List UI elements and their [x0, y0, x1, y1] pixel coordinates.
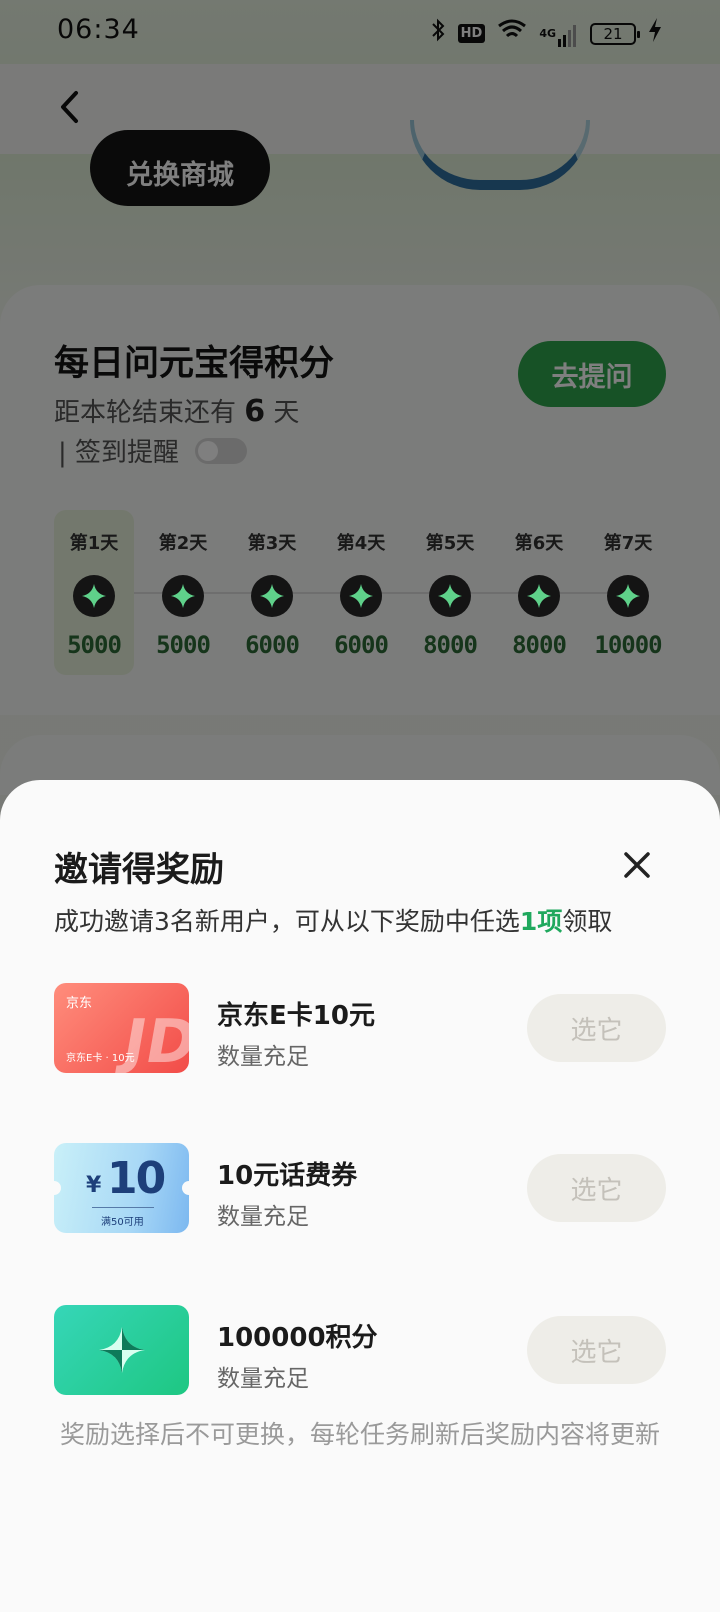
reward-item-jd-card: 京东 JD 京东E卡 · 10元 京东E卡10元 数量充足 选它	[54, 983, 666, 1075]
reward-item-points: 100000积分 数量充足 选它	[54, 1305, 666, 1397]
voucher-notch	[54, 1181, 61, 1195]
voucher-amount: 10	[107, 1153, 166, 1204]
sparkle-star-icon	[162, 575, 204, 617]
jd-card-note: 京东E卡 · 10元	[66, 1053, 135, 1064]
reward-stock: 数量充足	[217, 1366, 309, 1392]
reward-stock: 数量充足	[217, 1204, 309, 1230]
sheet-title: 邀请得奖励	[54, 850, 224, 890]
select-reward-button[interactable]: 选它	[527, 1154, 666, 1222]
close-icon	[624, 852, 650, 878]
invite-reward-sheet: 邀请得奖励 成功邀请3名新用户，可从以下奖励中任选1项领取 京东 JD 京东E卡…	[0, 780, 720, 1612]
reward-stock: 数量充足	[217, 1044, 309, 1070]
sparkle-star-icon	[340, 575, 382, 617]
sparkle-star-icon	[251, 575, 293, 617]
sparkle-star-icon	[607, 575, 649, 617]
sparkle-star-icon	[73, 575, 115, 617]
subtitle-highlight: 1项	[519, 907, 563, 936]
sparkle-star-icon	[429, 575, 471, 617]
sparkle-star-icon	[518, 575, 560, 617]
points-thumbnail	[54, 1305, 189, 1395]
select-reward-button[interactable]: 选它	[527, 994, 666, 1062]
voucher-divider	[92, 1207, 154, 1208]
reward-name: 京东E卡10元	[217, 1001, 375, 1031]
jd-card-thumbnail: 京东 JD 京东E卡 · 10元	[54, 983, 189, 1073]
sheet-footer-note: 奖励选择后不可更换，每轮任务刷新后奖励内容将更新	[59, 1420, 660, 1449]
voucher-condition: 满50可用	[101, 1217, 144, 1228]
subtitle-prefix: 成功邀请3名新用户，可从以下奖励中任选	[54, 907, 520, 936]
voucher-notch	[182, 1181, 189, 1195]
jd-logo-text: 京东	[66, 996, 93, 1011]
reward-name: 100000积分	[217, 1323, 378, 1353]
voucher-yen: ¥	[86, 1173, 102, 1198]
phone-voucher-thumbnail: ¥ 10 满50可用	[54, 1143, 189, 1233]
select-reward-button[interactable]: 选它	[527, 1316, 666, 1384]
reward-name: 10元话费券	[217, 1161, 358, 1191]
reward-item-phone-voucher: ¥ 10 满50可用 10元话费券 数量充足 选它	[54, 1143, 666, 1235]
close-button[interactable]	[612, 840, 662, 890]
subtitle-suffix: 领取	[562, 907, 613, 936]
sparkle-star-icon	[98, 1327, 145, 1373]
sheet-subtitle: 成功邀请3名新用户，可从以下奖励中任选1项领取	[54, 902, 612, 938]
